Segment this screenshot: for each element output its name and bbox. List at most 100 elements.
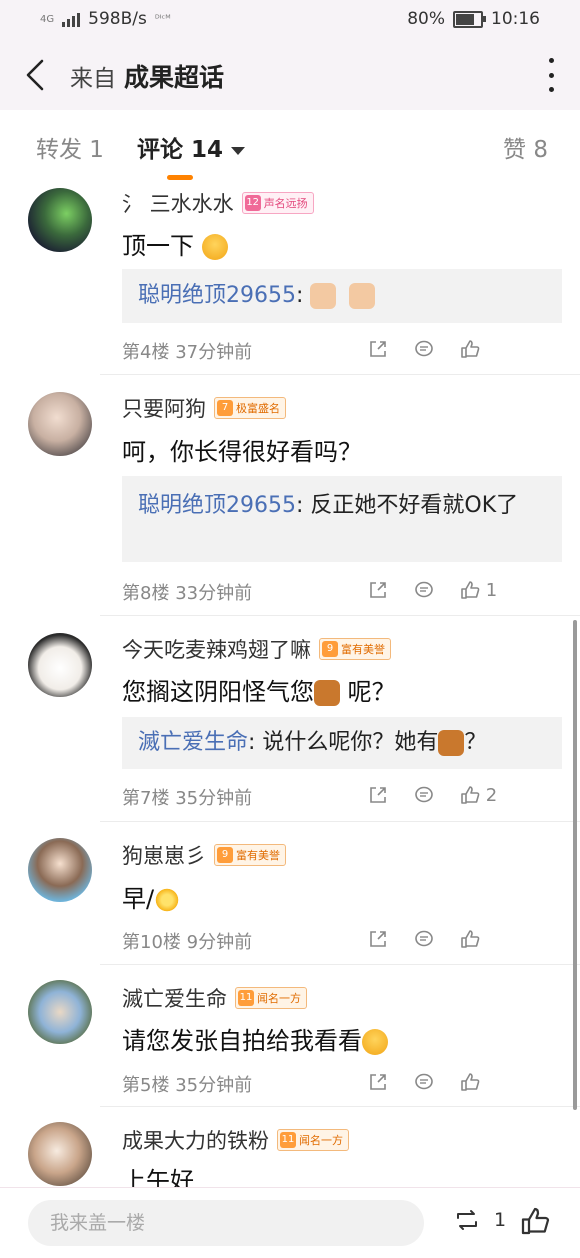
fan-badge: 7 极富盛名 bbox=[214, 397, 286, 419]
comment-meta: 第5楼 35分钟前 bbox=[122, 1071, 252, 1097]
comment-actions: 1 bbox=[368, 577, 506, 603]
reply-quote[interactable]: 聪明绝顶29655: bbox=[122, 269, 562, 323]
share-button[interactable] bbox=[368, 577, 414, 603]
badge-level: 11 bbox=[280, 1132, 296, 1148]
quote-username[interactable]: 滅亡爱生命 bbox=[138, 730, 248, 755]
back-arrow-icon[interactable] bbox=[22, 58, 52, 92]
quote-text: 说什么呢你？她有 bbox=[262, 730, 439, 755]
badge-text: 极富盛名 bbox=[236, 402, 280, 415]
thumbs-up-emoji-icon bbox=[349, 283, 376, 309]
thumbs-up-icon bbox=[461, 1073, 480, 1091]
reply-button[interactable] bbox=[414, 577, 460, 603]
badge-text: 富有美誉 bbox=[341, 643, 385, 656]
share-button[interactable] bbox=[368, 926, 414, 952]
comment-username[interactable]: 氵 三水水水 bbox=[122, 188, 234, 218]
floor-number: 第4楼 bbox=[122, 342, 170, 363]
comment-input[interactable]: 我来盖一楼 bbox=[28, 1200, 424, 1246]
badge-text: 富有美誉 bbox=[236, 849, 280, 862]
avatar[interactable] bbox=[28, 633, 92, 697]
tab-likes[interactable]: 赞 8 bbox=[503, 130, 548, 164]
avatar[interactable] bbox=[28, 188, 92, 252]
quote-username[interactable]: 聪明绝顶29655 bbox=[138, 493, 296, 518]
status-bar: 4G 598B/s ᴰᴵᶜᴹ 80% 10:16 bbox=[0, 0, 580, 40]
reply-button[interactable] bbox=[414, 782, 460, 808]
comment-text: 您搁这阴阳怪气您 呢？ bbox=[122, 672, 562, 707]
comment-item: 成果大力的铁粉 11 闻名一方 上午好 bbox=[0, 1107, 580, 1187]
comment-text: 上午好 bbox=[122, 1167, 194, 1187]
avatar[interactable] bbox=[28, 980, 92, 1044]
floor-number: 第8楼 bbox=[122, 583, 170, 604]
comment-icon bbox=[415, 930, 433, 947]
fan-badge: 9 富有美誉 bbox=[319, 638, 391, 660]
top-bar: 来自 成果超话 bbox=[0, 40, 580, 110]
quote-tail: ？ bbox=[464, 730, 487, 755]
comment-text: 顶一下 bbox=[122, 226, 562, 261]
reply-button[interactable] bbox=[414, 926, 460, 952]
comment-meta: 第8楼 33分钟前 bbox=[122, 579, 252, 605]
comment-username[interactable]: 狗崽崽彡 bbox=[122, 840, 206, 870]
horse-emoji-icon bbox=[438, 730, 465, 756]
horse-emoji-icon bbox=[314, 680, 340, 706]
caret-down-icon[interactable] bbox=[231, 146, 246, 155]
like-button[interactable]: 1 bbox=[460, 577, 506, 603]
repost-count: 1 bbox=[494, 1209, 507, 1231]
reply-quote[interactable]: 滅亡爱生命: 说什么呢你？她有？ bbox=[122, 717, 562, 769]
share-button[interactable] bbox=[368, 1069, 414, 1095]
fan-badge: 12 声名远扬 bbox=[241, 192, 314, 214]
comment-list: 氵 三水水水 12 声名远扬 顶一下 聪明绝顶29655: 第4楼 37分钟前 只… bbox=[0, 180, 580, 1187]
comment-username[interactable]: 成果大力的铁粉 bbox=[122, 1125, 269, 1155]
like-button[interactable] bbox=[460, 926, 506, 952]
repost-icon bbox=[457, 1210, 477, 1230]
comment-icon bbox=[415, 581, 433, 598]
badge-level: 7 bbox=[217, 400, 233, 416]
network-type: 4G bbox=[40, 13, 55, 25]
badge-level: 11 bbox=[238, 990, 254, 1006]
tab-repost[interactable]: 转发 1 bbox=[36, 130, 104, 164]
badge-text: 声名远扬 bbox=[263, 197, 308, 210]
avatar[interactable] bbox=[28, 392, 92, 456]
comment-text-content: 请您发张自拍给我看看 bbox=[122, 1027, 362, 1055]
fan-badge: 9 富有美誉 bbox=[214, 844, 286, 866]
share-icon bbox=[370, 1074, 386, 1090]
avatar[interactable] bbox=[28, 1122, 92, 1186]
comment-username[interactable]: 今天吃麦辣鸡翅了嘛 bbox=[122, 634, 311, 664]
share-button[interactable] bbox=[368, 782, 414, 808]
repost-button[interactable]: 1 bbox=[454, 1208, 506, 1232]
comment-username[interactable]: 只要阿狗 bbox=[122, 393, 206, 423]
badge-text: 闻名一方 bbox=[299, 1134, 343, 1147]
like-button[interactable] bbox=[460, 336, 506, 362]
more-options-icon[interactable] bbox=[544, 58, 558, 92]
floor-number: 第7楼 bbox=[122, 788, 170, 809]
tab-comment[interactable]: 评论 14 bbox=[137, 130, 246, 180]
title-prefix: 来自 bbox=[70, 66, 116, 92]
comment-actions: 2 bbox=[368, 782, 506, 808]
scrollbar[interactable] bbox=[573, 620, 577, 1110]
fan-badge: 11 闻名一方 bbox=[235, 987, 307, 1009]
like-button[interactable] bbox=[460, 1069, 506, 1095]
reply-button[interactable] bbox=[414, 336, 460, 362]
avatar[interactable] bbox=[28, 838, 92, 902]
badge-level: 12 bbox=[244, 195, 261, 211]
like-count: 2 bbox=[485, 784, 498, 806]
comment-text-tail: 呢？ bbox=[347, 678, 396, 706]
comment-actions bbox=[368, 336, 506, 362]
share-button[interactable] bbox=[368, 336, 414, 362]
thumbs-up-icon bbox=[461, 581, 480, 599]
reply-quote[interactable]: 聪明绝顶29655: 反正她不好看就OK了 bbox=[122, 476, 562, 562]
comment-username[interactable]: 滅亡爱生命 bbox=[122, 983, 227, 1013]
fan-badge: 11 闻名一方 bbox=[277, 1129, 349, 1151]
quote-username[interactable]: 聪明绝顶29655 bbox=[138, 283, 296, 308]
comment-item: 氵 三水水水 12 声名远扬 顶一下 聪明绝顶29655: 第4楼 37分钟前 bbox=[0, 180, 580, 375]
badge-text: 闻名一方 bbox=[257, 992, 301, 1005]
comment-item: 只要阿狗 7 极富盛名 呵，你长得很好看吗？ 聪明绝顶29655: 反正她不好看就… bbox=[0, 375, 580, 616]
signal-icon bbox=[62, 11, 81, 27]
floor-number: 第10楼 bbox=[122, 932, 181, 953]
like-button[interactable]: 2 bbox=[460, 782, 506, 808]
comment-item: 狗崽崽彡 9 富有美誉 早/ 第10楼 9分钟前 bbox=[0, 822, 580, 965]
comment-meta: 第4楼 37分钟前 bbox=[122, 338, 252, 364]
battery-percent: 80% bbox=[407, 9, 445, 29]
like-icon[interactable] bbox=[520, 1206, 550, 1236]
badge-level: 9 bbox=[217, 847, 233, 863]
thumbs-up-icon bbox=[461, 340, 480, 358]
reply-button[interactable] bbox=[414, 1069, 460, 1095]
